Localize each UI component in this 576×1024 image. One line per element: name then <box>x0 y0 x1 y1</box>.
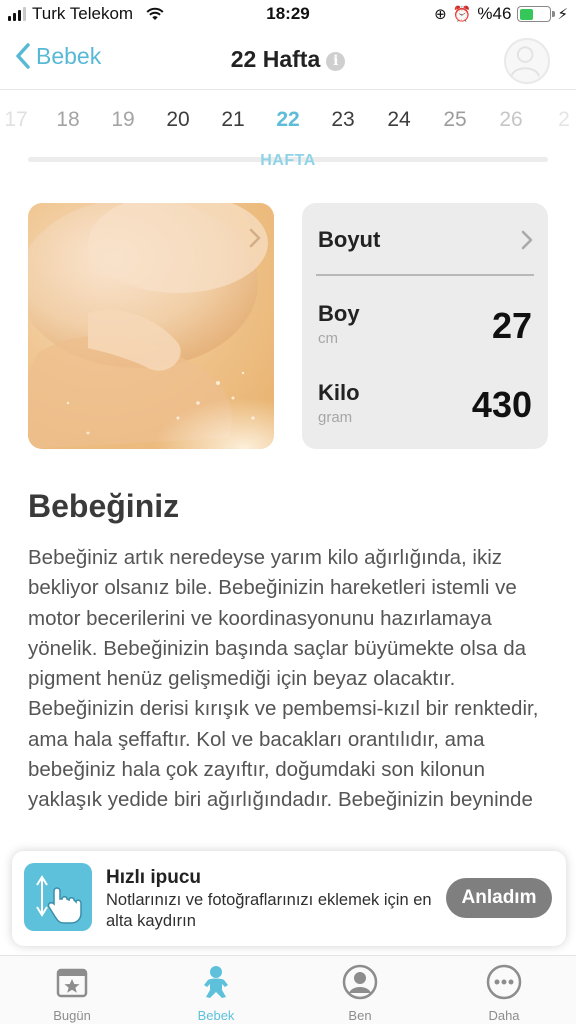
tab-baby[interactable]: Bebek <box>166 964 266 1023</box>
chevron-right-icon <box>521 230 533 250</box>
week-item[interactable]: 20 <box>150 108 206 132</box>
length-unit: cm <box>318 330 338 347</box>
battery-icon <box>517 6 556 22</box>
tip-text: Notlarınızı ve fotoğraflarınızı eklemek … <box>106 891 432 930</box>
week-selector[interactable]: 17 18 19 20 21 22 23 24 25 26 2 <box>0 108 576 148</box>
week-item[interactable]: 19 <box>95 108 151 132</box>
weight-label: Kilo <box>318 380 360 405</box>
section-heading: Bebeğiniz <box>28 488 180 524</box>
tab-baby-label: Bebek <box>197 1008 235 1023</box>
person-icon <box>510 46 540 77</box>
week-item[interactable]: 21 <box>205 108 261 132</box>
divider <box>316 274 534 276</box>
got-it-button[interactable]: Anladım <box>446 878 552 918</box>
orientation-lock-icon: ⊕ <box>434 6 447 23</box>
week-item[interactable]: 25 <box>427 108 483 132</box>
info-icon[interactable]: i <box>326 52 346 71</box>
size-card-title: Boyut <box>318 227 381 252</box>
profile-avatar[interactable] <box>504 38 550 84</box>
tab-me-label: Ben <box>348 1008 372 1023</box>
status-bar: Turk Telekom 18:29 ⊕ ⏰ %46 ⚡ <box>0 0 576 30</box>
length-label: Boy <box>318 301 360 326</box>
weight-unit: gram <box>318 409 353 426</box>
chevron-right-icon <box>249 228 261 248</box>
length-value: 27 <box>491 305 532 346</box>
fetus-illustration <box>28 203 274 449</box>
week-item[interactable]: 18 <box>40 108 96 132</box>
battery-fill <box>519 8 534 20</box>
tab-more[interactable]: Daha <box>454 964 554 1023</box>
charging-icon: ⚡ <box>557 6 568 23</box>
battery-percent: %46 <box>477 4 512 23</box>
week-item[interactable]: 2 <box>536 108 576 132</box>
more-icon <box>486 964 522 1000</box>
week-item[interactable]: 24 <box>371 108 427 132</box>
baby-illustration-card[interactable] <box>28 203 274 449</box>
tab-bar: Bugün Bebek Ben Daha <box>0 955 576 1024</box>
week-item[interactable]: 26 <box>483 108 539 132</box>
weight-value: 430 <box>471 384 532 425</box>
page-title-text: 22 Hafta <box>230 46 321 72</box>
tab-me[interactable]: Ben <box>310 964 410 1023</box>
person-icon <box>342 964 378 1000</box>
size-card[interactable]: Boyut Boy cm 27 Kilo gram 430 <box>302 203 548 449</box>
navigation-bar: Bebek 22 Hafta i <box>0 30 576 90</box>
swipe-up-hand-icon <box>24 863 92 931</box>
week-item-active[interactable]: 22 <box>260 108 316 132</box>
tab-more-label: Daha <box>488 1008 520 1023</box>
tip-title: Hızlı ipucu <box>106 867 201 888</box>
calendar-star-icon <box>56 968 88 998</box>
alarm-icon: ⏰ <box>452 6 472 23</box>
week-item[interactable]: 17 <box>0 108 44 132</box>
tab-today-label: Bugün <box>53 1008 91 1023</box>
week-label: HAFTA <box>260 152 316 169</box>
quick-tip-card: Hızlı ipucu Notlarınızı ve fotoğrafların… <box>12 851 566 946</box>
week-item[interactable]: 23 <box>315 108 371 132</box>
article-body: Bebeğiniz artık neredeyse yarım kilo ağı… <box>28 546 539 812</box>
baby-icon <box>204 966 228 998</box>
page-title: 22 Hafta i <box>0 46 576 73</box>
tab-today[interactable]: Bugün <box>22 964 122 1023</box>
